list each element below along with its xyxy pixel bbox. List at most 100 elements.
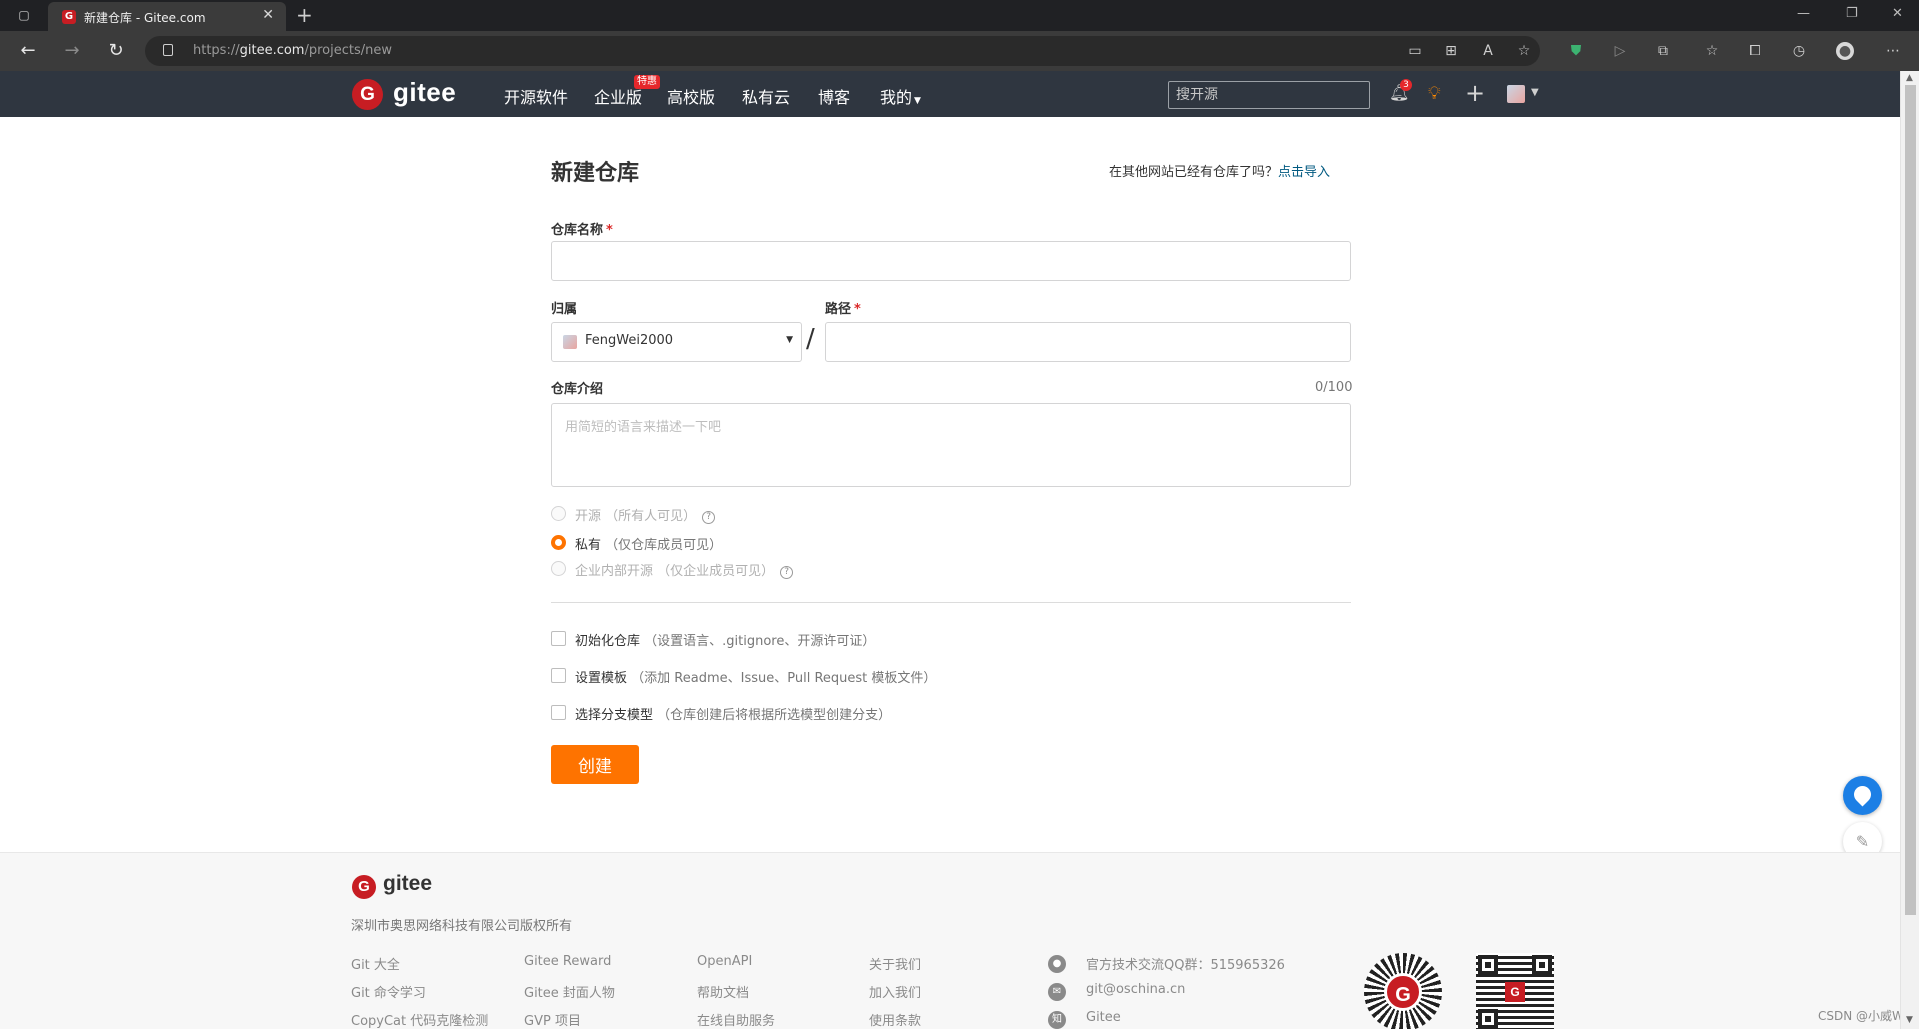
restore-icon[interactable]: ❐ [1846, 6, 1858, 21]
avatar-chevron-down-icon[interactable]: ▼ [1531, 87, 1539, 98]
nav-blog[interactable]: 博客 [818, 84, 850, 108]
path-separator: / [806, 324, 815, 354]
favorites-icon[interactable]: ☆ [1703, 42, 1721, 60]
footer-link[interactable]: 使用条款 [869, 1010, 921, 1029]
description-label: 仓库介绍 [551, 382, 604, 397]
footer-link[interactable]: Git 大全 [351, 954, 400, 973]
search-input[interactable] [1168, 81, 1370, 109]
url-text: https://gitee.com/projects/new [193, 43, 392, 58]
browser-tab-bar: ▢ G 新建仓库 - Gitee.com ✕ + — ❐ ✕ [0, 0, 1919, 31]
owner-value: FengWei2000 [585, 333, 674, 348]
create-button[interactable]: 创建 [551, 745, 639, 784]
user-avatar[interactable] [1507, 85, 1525, 103]
template-checkbox[interactable] [551, 668, 566, 683]
template-hint: （添加 Readme、Issue、Pull Request 模板文件） [631, 671, 937, 686]
add-favorite-icon[interactable]: ☆ [1515, 42, 1533, 60]
help-icon[interactable]: ? [780, 566, 794, 579]
footer-link[interactable]: Gitee Reward [524, 954, 611, 969]
visibility-private-label: 私有 [575, 538, 602, 553]
init-repo-checkbox[interactable] [551, 631, 566, 646]
footer-link[interactable]: 在线自助服务 [697, 1010, 775, 1029]
branch-model-checkbox[interactable] [551, 705, 566, 720]
visibility-private-hint: （仅仓库成员可见） [605, 538, 723, 553]
path-label: 路径 * [825, 302, 861, 317]
scroll-up-icon[interactable]: ▲ [1906, 73, 1913, 83]
zhihu-text[interactable]: Gitee [1086, 1010, 1121, 1025]
footer-link[interactable]: 加入我们 [869, 982, 921, 1001]
footer-link[interactable]: Gitee 封面人物 [524, 982, 615, 1001]
new-tab-button[interactable]: + [296, 4, 313, 26]
extensions-icon[interactable]: ⧉ [1654, 42, 1672, 60]
owner-avatar [563, 335, 577, 349]
gitee-navbar: G gitee 开源软件 企业版 特惠 高校版 私有云 博客 我的▼ 🔔︎ 3 … [0, 71, 1900, 117]
scroll-down-icon[interactable]: ▼ [1906, 1015, 1913, 1025]
owner-select[interactable]: FengWei2000 ▼ [551, 322, 802, 362]
help-icon[interactable]: ? [702, 511, 716, 524]
special-offer-badge: 特惠 [634, 75, 660, 89]
gitee-logo-icon: G [1505, 982, 1525, 1002]
visibility-public-label: 开源 [575, 509, 602, 524]
footer-gitee-logo-icon: G [352, 875, 376, 899]
radio-circle[interactable] [551, 561, 566, 576]
lightbulb-icon[interactable]: 💡︎ [1428, 84, 1446, 104]
gitee-logo-text[interactable]: gitee [393, 77, 456, 108]
browser-address-bar: ← → ↻ https://gitee.com/projects/new ▭ ⊞… [0, 31, 1919, 71]
url-field[interactable]: https://gitee.com/projects/new ▭ ⊞ A ☆ [145, 36, 1540, 66]
nav-private-cloud[interactable]: 私有云 [742, 84, 790, 108]
wechat-qr-code: G [1476, 953, 1554, 1029]
forward-icon[interactable]: → [62, 41, 82, 61]
template-label: 设置模板 [575, 671, 628, 686]
read-aloud-icon[interactable]: A [1479, 42, 1497, 60]
zhihu-icon: 知 [1048, 1011, 1066, 1029]
path-input[interactable] [825, 322, 1351, 362]
qq-icon: ● [1048, 955, 1066, 973]
profile-avatar-icon[interactable]: ● [1836, 42, 1854, 60]
chevron-down-icon: ▼ [786, 335, 793, 345]
gitee-logo-icon[interactable]: G [352, 79, 383, 110]
nav-open-source[interactable]: 开源软件 [504, 84, 568, 108]
page-scrollbar[interactable]: ▲ ▼ [1900, 71, 1919, 1029]
minimize-icon[interactable]: — [1797, 6, 1810, 21]
qq-group-text: 官方技术交流QQ群：515965326 [1086, 958, 1285, 973]
gitee-favicon-icon: G [62, 10, 76, 24]
play-extension-icon[interactable]: ▷ [1611, 42, 1629, 60]
scrollbar-thumb[interactable] [1905, 85, 1916, 915]
radio-circle-checked[interactable] [551, 535, 566, 550]
footer-link[interactable]: 关于我们 [869, 954, 921, 973]
footer-link[interactable]: GVP 项目 [524, 1010, 581, 1029]
nav-mine[interactable]: 我的 ▼ [880, 84, 921, 108]
import-link[interactable]: 点击导入 [1278, 165, 1330, 180]
close-window-icon[interactable]: ✕ [1892, 6, 1903, 21]
back-icon[interactable]: ← [18, 41, 38, 61]
more-menu-icon[interactable]: ⋯ [1884, 42, 1902, 60]
footer-link[interactable]: CopyCat 代码克隆检测 [351, 1010, 488, 1029]
footer-link[interactable]: Git 命令学习 [351, 982, 426, 1001]
browser-tab[interactable]: G 新建仓库 - Gitee.com ✕ [48, 2, 286, 31]
description-counter: 0/100 [1315, 380, 1353, 395]
shield-extension-icon[interactable]: ⛊ [1567, 42, 1585, 60]
floating-assistant-button[interactable] [1843, 776, 1882, 815]
email-text[interactable]: git@oschina.cn [1086, 982, 1185, 997]
close-tab-icon[interactable]: ✕ [262, 7, 274, 23]
tab-actions-icon[interactable]: ▢ [17, 8, 31, 22]
init-repo-hint: （设置语言、.gitignore、开源许可证） [644, 634, 876, 649]
notification-count-badge: 3 [1400, 79, 1412, 91]
import-hint: 在其他网站已经有仓库了吗？点击导入 [1109, 165, 1331, 180]
refresh-icon[interactable]: ↻ [106, 41, 126, 61]
apps-icon[interactable]: ⊞ [1442, 42, 1460, 60]
description-textarea[interactable] [551, 403, 1351, 487]
copyright: 深圳市奥思网络科技有限公司版权所有 [351, 919, 573, 934]
repo-name-input[interactable] [551, 241, 1351, 281]
radio-circle[interactable] [551, 506, 566, 521]
branch-model-label: 选择分支模型 [575, 708, 654, 723]
nav-education[interactable]: 高校版 [667, 84, 715, 108]
footer-logo-text: gitee [383, 872, 433, 895]
footer-link[interactable]: OpenAPI [697, 954, 752, 969]
visibility-enterprise-label: 企业内部开源 [575, 564, 654, 579]
create-plus-icon[interactable]: + [1465, 81, 1487, 105]
collections-icon[interactable]: ⧠ [1746, 42, 1764, 60]
assistant-drop-icon [1850, 782, 1875, 807]
reader-view-icon[interactable]: ▭ [1406, 42, 1424, 60]
footer-link[interactable]: 帮助文档 [697, 982, 749, 1001]
history-icon[interactable]: ◷ [1790, 42, 1808, 60]
